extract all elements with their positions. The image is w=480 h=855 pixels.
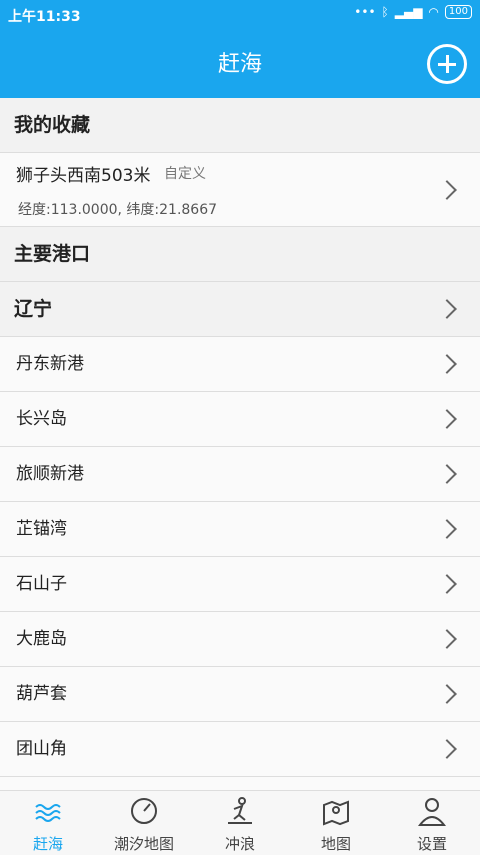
favorite-item[interactable]: 狮子头西南503米 自定义 经度:113.0000, 纬度:21.8667 xyxy=(0,153,480,227)
province-label: 辽宁 xyxy=(14,298,53,320)
favorite-coords: 经度:113.0000, 纬度:21.8667 xyxy=(18,202,218,218)
battery-icon: 100 xyxy=(444,5,472,19)
port-row[interactable]: 葫芦套 xyxy=(0,667,480,722)
page-title: 赶海 xyxy=(217,52,262,77)
tab-map[interactable]: 地图 xyxy=(288,791,384,855)
province-row[interactable]: 辽宁 xyxy=(0,282,480,337)
status-time: 上午11:33 xyxy=(8,9,81,25)
tab-tide-map[interactable]: 潮汐地图 xyxy=(96,791,192,855)
port-label: 旅顺新港 xyxy=(16,464,84,484)
favorites-header: 我的收藏 xyxy=(0,98,480,153)
surfer-icon xyxy=(228,797,252,824)
more-icon: ••• xyxy=(354,5,376,19)
add-button[interactable] xyxy=(427,44,467,84)
chevron-right-icon xyxy=(437,299,457,319)
chevron-right-icon xyxy=(437,354,457,374)
favorite-tag: 自定义 xyxy=(164,166,206,182)
port-label: 团山角 xyxy=(16,739,67,759)
chevron-right-icon xyxy=(437,464,457,484)
port-list[interactable]: 我的收藏 狮子头西南503米 自定义 经度:113.0000, 纬度:21.86… xyxy=(0,98,480,790)
chevron-right-icon xyxy=(437,574,457,594)
port-label: 大鹿岛 xyxy=(16,629,67,649)
port-label: 长兴岛 xyxy=(16,409,67,429)
port-label: 葫芦套 xyxy=(16,684,67,704)
tab-settings[interactable]: 设置 xyxy=(384,791,480,855)
app-bar: 赶海 xyxy=(0,32,480,98)
tab-label: 冲浪 xyxy=(224,835,255,853)
status-bar: 上午11:33 ••• ᛒ ▂▄▆ ◠ 100 xyxy=(0,0,480,32)
signal-icon: ▂▄▆ xyxy=(394,5,423,19)
tab-label: 地图 xyxy=(320,835,351,853)
wifi-icon: ◠ xyxy=(428,5,439,19)
chevron-right-icon xyxy=(437,739,457,759)
bluetooth-icon: ᛒ xyxy=(381,5,389,19)
chevron-right-icon xyxy=(437,629,457,649)
port-row[interactable]: 团山角 xyxy=(0,722,480,777)
port-label: 石山子 xyxy=(16,574,67,594)
port-row[interactable]: 石山子 xyxy=(0,557,480,612)
status-icons: ••• ᛒ ▂▄▆ ◠ 100 xyxy=(354,5,472,19)
favorite-name: 狮子头西南503米 xyxy=(16,166,151,186)
port-row[interactable]: 金县 xyxy=(0,777,480,790)
gauge-icon xyxy=(131,798,157,824)
waves-icon xyxy=(35,804,61,822)
port-label: 丹东新港 xyxy=(16,354,84,374)
port-row[interactable]: 旅顺新港 xyxy=(0,447,480,502)
chevron-right-icon xyxy=(437,179,457,200)
tab-label: 潮汐地图 xyxy=(113,835,174,853)
port-row[interactable]: 长兴岛 xyxy=(0,392,480,447)
tab-ganhai[interactable]: 赶海 xyxy=(0,791,96,855)
tab-label: 设置 xyxy=(416,835,447,853)
port-row[interactable]: 丹东新港 xyxy=(0,337,480,392)
port-label: 芷锚湾 xyxy=(16,519,67,539)
tab-label: 赶海 xyxy=(32,835,63,853)
user-icon xyxy=(417,798,447,826)
port-row[interactable]: 大鹿岛 xyxy=(0,612,480,667)
chevron-right-icon xyxy=(437,684,457,704)
chevron-right-icon xyxy=(437,409,457,429)
ports-header: 主要港口 xyxy=(0,227,480,282)
chevron-right-icon xyxy=(437,519,457,539)
tab-surf[interactable]: 冲浪 xyxy=(192,791,288,855)
port-row[interactable]: 芷锚湾 xyxy=(0,502,480,557)
map-pin-icon xyxy=(323,800,349,826)
bottom-tab-bar: 赶海 潮汐地图 冲浪 地图 设置 xyxy=(0,790,480,855)
